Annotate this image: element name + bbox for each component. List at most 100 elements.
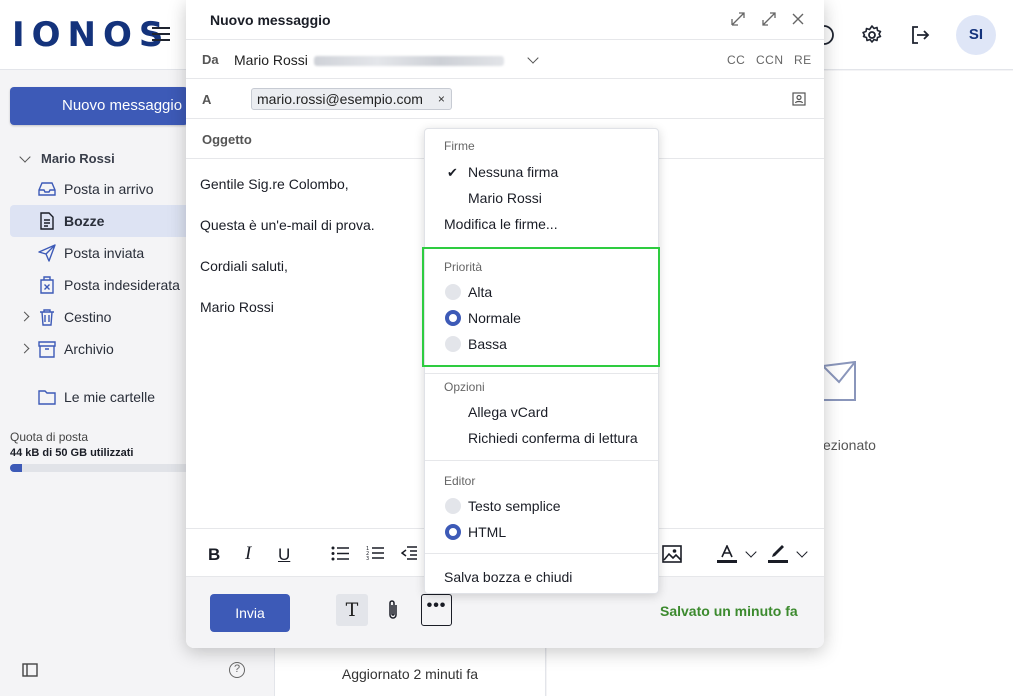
folder-sent[interactable]: Posta inviata: [10, 237, 190, 269]
underline-icon[interactable]: U: [278, 545, 290, 565]
to-row: A mario.rossi@esempio.com ×: [186, 79, 824, 119]
editor-label: HTML: [468, 524, 507, 540]
inbox-icon: [38, 182, 56, 196]
radio-button-selected[interactable]: [445, 524, 461, 540]
folder-label: Posta indesiderata: [64, 277, 180, 293]
italic-icon[interactable]: I: [245, 543, 251, 565]
recipient-chip[interactable]: mario.rossi@esempio.com ×: [251, 88, 452, 110]
from-row: Da Mario Rossi CC CCN RE: [186, 39, 824, 79]
editor-header: Editor: [444, 474, 476, 488]
numbered-list-icon[interactable]: 123: [366, 545, 384, 561]
chevron-down-icon: [19, 151, 31, 163]
send-button[interactable]: Invia: [210, 594, 290, 632]
close-icon[interactable]: [790, 11, 806, 27]
re-button[interactable]: RE: [794, 53, 812, 67]
body-line: Cordiali saluti,: [200, 258, 288, 274]
archive-icon: [38, 341, 56, 358]
logout-icon[interactable]: [908, 23, 932, 47]
from-name: Mario Rossi: [234, 52, 308, 68]
folder-icon: [38, 390, 56, 405]
bold-icon[interactable]: B: [208, 545, 220, 565]
highlight-color-icon[interactable]: [768, 545, 788, 563]
folder-label: Posta in arrivo: [64, 181, 154, 197]
body-line: Questa è un'e-mail di prova.: [200, 217, 375, 233]
more-options-button[interactable]: •••: [421, 594, 452, 626]
folder-label: Cestino: [64, 309, 112, 325]
quota-value: 44 kB di 50 GB utilizzati: [10, 447, 134, 459]
save-draft-close-item[interactable]: Salva bozza e chiudi: [444, 569, 572, 585]
divider: [425, 460, 658, 461]
folder-label: Posta inviata: [64, 245, 145, 261]
chevron-down-icon[interactable]: [527, 52, 539, 64]
contacts-icon[interactable]: [792, 92, 806, 106]
folder-spam[interactable]: Posta indesiderata: [10, 269, 190, 301]
text-format-button[interactable]: T: [336, 594, 368, 626]
mail-list-status: Aggiornato 2 minuti fa: [341, 666, 479, 682]
radio-button[interactable]: [445, 498, 461, 514]
folder-label: Archivio: [64, 341, 114, 357]
divider: [425, 553, 658, 554]
more-options-menu: Firme ✔ Nessuna firma Mario Rossi Modifi…: [422, 128, 660, 594]
folder-archive[interactable]: Archivio: [10, 333, 190, 365]
body-line: Gentile Sig.re Colombo,: [200, 176, 349, 192]
help-icon[interactable]: ?: [229, 662, 245, 678]
chevron-right-icon[interactable]: [19, 311, 30, 322]
trash-icon: [40, 309, 54, 326]
sidebar-toggle-icon[interactable]: [22, 663, 38, 677]
menu-icon[interactable]: [152, 26, 170, 42]
minimize-icon[interactable]: [730, 11, 746, 27]
svg-text:3: 3: [366, 556, 369, 561]
gear-icon[interactable]: [860, 23, 884, 47]
save-status: Salvato un minuto fa: [660, 603, 798, 619]
read-receipt-item[interactable]: Richiedi conferma di lettura: [468, 430, 638, 446]
signature-label: Mario Rossi: [468, 190, 542, 206]
account-name: Mario Rossi: [41, 151, 115, 166]
outdent-icon[interactable]: [401, 546, 417, 560]
body-line: Mario Rossi: [200, 299, 274, 315]
folder-label: Le mie cartelle: [64, 389, 156, 405]
from-label: Da: [202, 52, 219, 67]
sidebar: Nuovo messaggio Mario Rossi Posta in arr…: [0, 71, 190, 696]
quota-fill: [10, 464, 23, 472]
compose-title: Nuovo messaggio: [210, 12, 331, 28]
spam-icon: [40, 276, 54, 294]
signature-label: Nessuna firma: [468, 164, 559, 180]
draft-document-icon: [40, 212, 54, 230]
font-color-icon[interactable]: [717, 545, 737, 563]
folder-trash[interactable]: Cestino: [10, 301, 190, 333]
edit-signatures-item[interactable]: Modifica le firme...: [444, 216, 558, 232]
folder-drafts[interactable]: Bozze: [10, 205, 190, 237]
options-header: Opzioni: [444, 380, 485, 394]
expand-icon[interactable]: [761, 11, 777, 27]
folder-label: Bozze: [64, 213, 105, 229]
paperclip-icon[interactable]: [386, 599, 400, 621]
divider: [425, 373, 658, 374]
from-select[interactable]: Mario Rossi: [234, 52, 504, 68]
ccn-button[interactable]: CCN: [756, 53, 784, 67]
cc-button[interactable]: CC: [727, 53, 745, 67]
editor-label: Testo semplice: [468, 498, 561, 514]
quota-bar: [10, 464, 186, 472]
priority-highlight-box: [422, 247, 660, 367]
folder-my-folders[interactable]: Le mie cartelle: [10, 381, 190, 413]
preview-empty-text: ezionato: [823, 437, 876, 453]
chevron-right-icon[interactable]: [19, 343, 30, 354]
remove-recipient-icon[interactable]: ×: [438, 89, 445, 109]
image-icon[interactable]: [662, 545, 682, 563]
signatures-header: Firme: [444, 139, 475, 153]
to-label: A: [202, 92, 212, 107]
folder-inbox[interactable]: Posta in arrivo: [10, 173, 190, 205]
quota-label: Quota di posta: [10, 430, 89, 444]
avatar[interactable]: SI: [956, 15, 996, 55]
ionos-logo[interactable]: IONOS: [12, 16, 170, 54]
attach-vcard-item[interactable]: Allega vCard: [468, 404, 548, 420]
subject-input[interactable]: Oggetto: [202, 132, 252, 147]
chevron-down-icon[interactable]: [745, 546, 757, 558]
chevron-down-icon[interactable]: [796, 546, 808, 558]
account-toggle[interactable]: Mario Rossi: [18, 151, 115, 166]
send-icon: [38, 244, 56, 262]
bullet-list-icon[interactable]: [331, 546, 349, 561]
recipient-email: mario.rossi@esempio.com: [257, 91, 423, 107]
from-address-redacted: [313, 56, 504, 67]
new-message-button[interactable]: Nuovo messaggio: [10, 87, 188, 125]
